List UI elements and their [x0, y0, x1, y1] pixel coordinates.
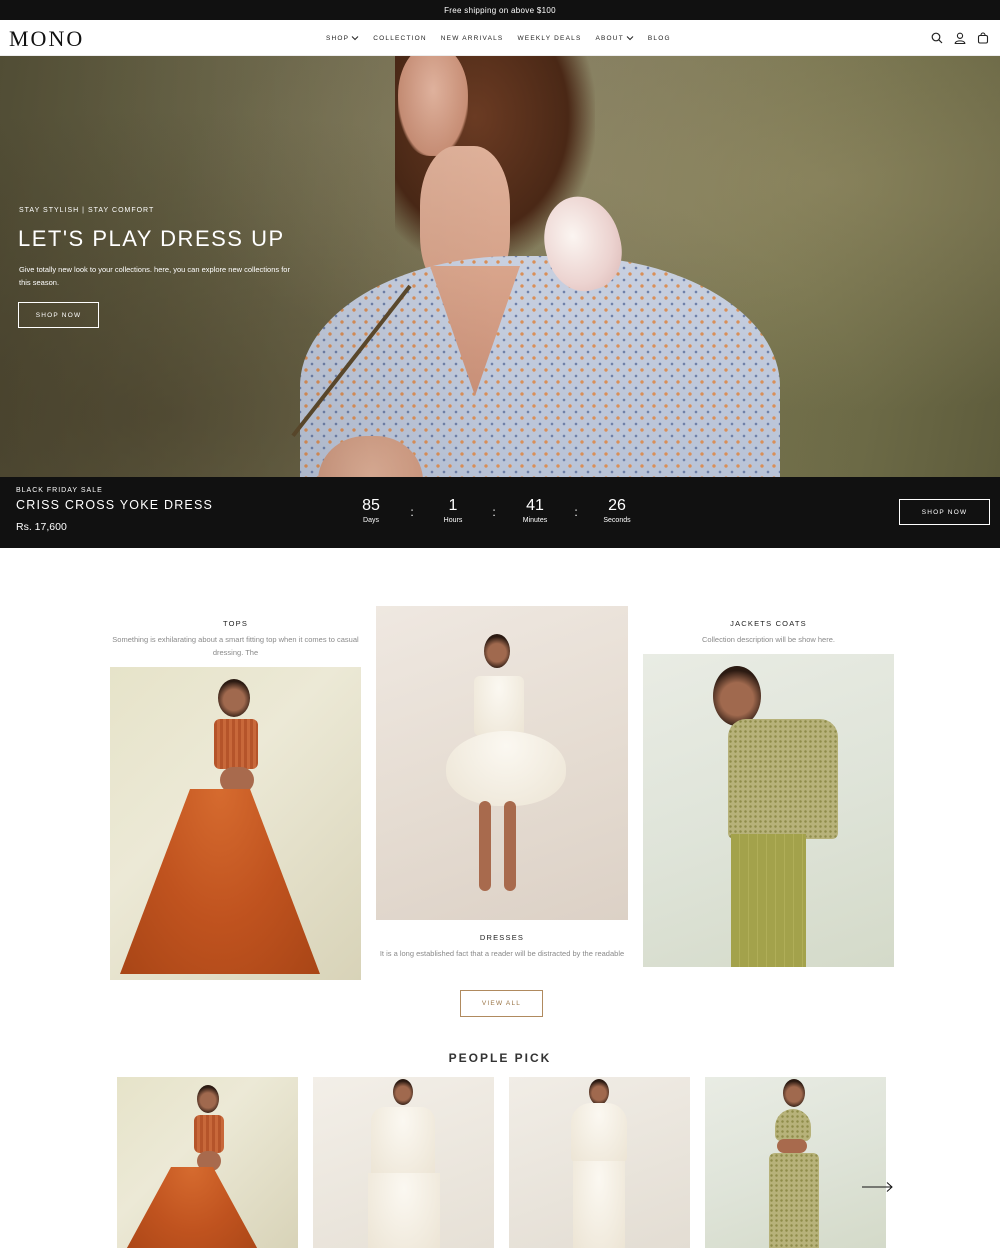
- hero-title: LET'S PLAY DRESS UP: [18, 226, 285, 251]
- nav-item-shop[interactable]: SHOP: [326, 35, 359, 42]
- model-head: [393, 1079, 413, 1105]
- nav-item-label: NEW ARRIVALS: [440, 34, 504, 42]
- collection-tops: TOPS Something is exhilarating about a s…: [110, 619, 361, 659]
- model-orange-skirt: [120, 789, 320, 974]
- model-head: [197, 1085, 219, 1113]
- collection-description: Collection description will be show here…: [702, 635, 835, 644]
- countdown-label: Days: [363, 517, 379, 524]
- product-card[interactable]: [705, 1077, 886, 1248]
- collection-dresses: DRESSES It is a long established fact th…: [376, 933, 628, 960]
- nav-item-blog[interactable]: BLOG: [648, 35, 671, 42]
- model-crop-top: [775, 1109, 811, 1141]
- model-printed-skirt: [769, 1153, 819, 1248]
- countdown-label: Seconds: [603, 517, 631, 524]
- collection-jackets: JACKETS COATS Collection description wil…: [643, 619, 894, 646]
- announcement-bar: Free shipping on above $100: [0, 0, 1000, 20]
- chevron-down-icon: [626, 36, 634, 41]
- model-jacket: [728, 719, 838, 839]
- countdown-value: 41: [526, 497, 544, 514]
- countdown-separator: :: [410, 505, 414, 519]
- sale-countdown-bar: BLACK FRIDAY SALE CRISS CROSS YOKE DRESS…: [0, 477, 1000, 548]
- model-white-blouse: [371, 1107, 435, 1177]
- collection-title[interactable]: JACKETS COATS: [643, 619, 894, 628]
- sale-shop-now-button[interactable]: SHOP NOW: [899, 499, 990, 525]
- model-head: [713, 666, 761, 726]
- model-head: [484, 634, 510, 668]
- product-card[interactable]: [509, 1077, 690, 1248]
- collection-description: Something is exhilarating about a smart …: [112, 635, 359, 657]
- product-card[interactable]: [313, 1077, 494, 1248]
- countdown-label: Minutes: [522, 517, 548, 524]
- model-halter-top: [571, 1103, 627, 1163]
- countdown-value: 1: [448, 497, 458, 514]
- nav-item-label: WEEKLY DEALS: [517, 34, 582, 42]
- collection-tops-image[interactable]: [110, 667, 361, 980]
- countdown-separator: :: [574, 505, 578, 519]
- model-white-skirt: [573, 1161, 625, 1248]
- countdown-days: 85 Days: [350, 497, 392, 524]
- site-header: MONO SHOP COLLECTION NEW ARRIVALS WEEKLY…: [0, 20, 1000, 56]
- model-pants: [731, 834, 806, 967]
- collection-description: It is a long established fact that a rea…: [379, 949, 625, 958]
- model-white-skirt: [446, 731, 566, 806]
- collection-title[interactable]: DRESSES: [376, 933, 628, 942]
- account-icon[interactable]: [952, 30, 967, 45]
- nav-item-new-arrivals[interactable]: NEW ARRIVALS: [441, 35, 504, 42]
- countdown-hours: 1 Hours: [432, 497, 474, 524]
- model-head: [589, 1079, 609, 1105]
- model-white-top: [474, 676, 524, 736]
- hero-description: Give totally new look to your collection…: [19, 265, 290, 287]
- sale-price: Rs. 17,600: [16, 521, 67, 533]
- sale-product-name[interactable]: CRISS CROSS YOKE DRESS: [16, 498, 213, 512]
- countdown-value: 26: [608, 497, 626, 514]
- nav-item-label: SHOP: [326, 34, 350, 42]
- countdown-timer: 85 Days : 1 Hours : 41 Minutes : 26 Seco…: [350, 497, 638, 531]
- arrow-right-icon[interactable]: [861, 1180, 895, 1194]
- collection-title[interactable]: TOPS: [110, 619, 361, 628]
- hero-shop-now-button[interactable]: SHOP NOW: [18, 302, 99, 328]
- countdown-seconds: 26 Seconds: [596, 497, 638, 524]
- nav-item-label: COLLECTION: [373, 34, 427, 42]
- countdown-minutes: 41 Minutes: [514, 497, 556, 524]
- chevron-down-icon: [351, 36, 359, 41]
- model-head: [218, 679, 250, 717]
- main-nav: SHOP COLLECTION NEW ARRIVALS WEEKLY DEAL…: [326, 20, 671, 56]
- model-halter-top: [194, 1115, 224, 1153]
- people-pick-title: PEOPLE PICK: [448, 1051, 552, 1065]
- model-white-skirt: [368, 1173, 440, 1248]
- countdown-label: Hours: [443, 517, 463, 524]
- model-right-leg: [504, 801, 516, 891]
- announcement-text: Free shipping on above $100: [444, 5, 556, 15]
- collection-jackets-image[interactable]: [643, 654, 894, 967]
- model-midriff: [777, 1139, 807, 1153]
- product-card[interactable]: [117, 1077, 298, 1248]
- cart-icon[interactable]: [975, 30, 990, 45]
- nav-item-weekly-deals[interactable]: WEEKLY DEALS: [517, 35, 581, 42]
- nav-item-label: ABOUT: [595, 34, 624, 42]
- nav-item-about[interactable]: ABOUT: [595, 34, 634, 42]
- countdown-separator: :: [492, 505, 496, 519]
- hero-kicker: STAY STYLISH | STAY COMFORT: [19, 207, 155, 214]
- header-actions: [929, 30, 990, 45]
- sale-kicker: BLACK FRIDAY SALE: [16, 487, 103, 494]
- model-orange-skirt: [122, 1167, 262, 1248]
- nav-item-collection[interactable]: COLLECTION: [373, 35, 427, 42]
- model-left-leg: [479, 801, 491, 891]
- nav-item-label: BLOG: [647, 34, 671, 42]
- countdown-value: 85: [362, 497, 380, 514]
- hero-banner: STAY STYLISH | STAY COMFORT LET'S PLAY D…: [0, 56, 1000, 477]
- collection-dresses-image[interactable]: [376, 606, 628, 920]
- search-icon[interactable]: [929, 30, 944, 45]
- view-all-button[interactable]: VIEW ALL: [460, 990, 543, 1017]
- model-halter-top: [214, 719, 258, 769]
- model-head: [783, 1079, 805, 1107]
- logo[interactable]: MONO: [9, 26, 84, 52]
